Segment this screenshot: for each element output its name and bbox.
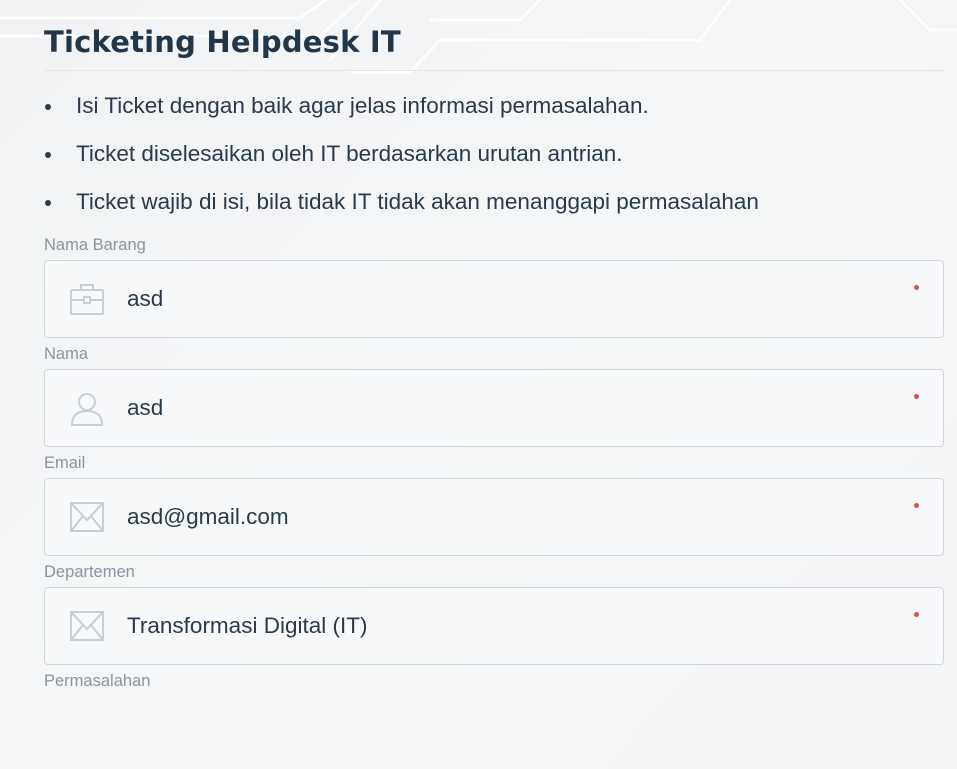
- nama-label: Nama: [44, 345, 89, 363]
- nama-barang-label: Nama Barang: [44, 236, 146, 254]
- rule-text: Isi Ticket dengan baik agar jelas inform…: [76, 93, 649, 118]
- email-label: Email: [44, 454, 86, 472]
- user-icon: [70, 393, 104, 426]
- departemen-field[interactable]: Transformasi Digital (IT): [44, 587, 944, 665]
- departemen-value: Transformasi Digital (IT): [127, 613, 368, 638]
- page-title: Ticketing Helpdesk IT: [44, 25, 401, 59]
- envelope-icon: [70, 611, 104, 641]
- bullet-icon: [45, 104, 51, 110]
- nama-barang-field[interactable]: asd: [44, 260, 944, 338]
- nama-field[interactable]: asd: [44, 369, 944, 447]
- rule-text: Ticket diselesaikan oleh IT berdasarkan …: [76, 141, 623, 166]
- ticket-form-page: Ticketing Helpdesk IT Isi Ticket dengan …: [44, 22, 944, 691]
- email-field[interactable]: asd@gmail.com: [44, 478, 944, 556]
- bullet-icon: [45, 152, 51, 158]
- form-fields: Nama Barang asd Nama asd Email asd@gmail…: [44, 235, 944, 691]
- required-indicator: [914, 285, 919, 290]
- email-value: asd@gmail.com: [127, 504, 289, 529]
- required-indicator: [914, 394, 919, 399]
- departemen-label: Departemen: [44, 563, 135, 581]
- envelope-icon: [70, 502, 104, 532]
- rule-item: Ticket wajib di isi, bila tidak IT tidak…: [44, 187, 944, 217]
- permasalahan-label: Permasalahan: [44, 672, 151, 690]
- nama-value: asd: [127, 395, 164, 420]
- nama-barang-value: asd: [127, 286, 164, 311]
- rule-item: Isi Ticket dengan baik agar jelas inform…: [44, 91, 944, 121]
- required-indicator: [914, 503, 919, 508]
- rule-text: Ticket wajib di isi, bila tidak IT tidak…: [76, 189, 759, 214]
- required-indicator: [914, 612, 919, 617]
- rules-list: Isi Ticket dengan baik agar jelas inform…: [44, 91, 944, 217]
- rule-item: Ticket diselesaikan oleh IT berdasarkan …: [44, 139, 944, 169]
- bullet-icon: [45, 200, 51, 206]
- briefcase-icon: [70, 284, 104, 315]
- title-divider: [44, 70, 944, 71]
